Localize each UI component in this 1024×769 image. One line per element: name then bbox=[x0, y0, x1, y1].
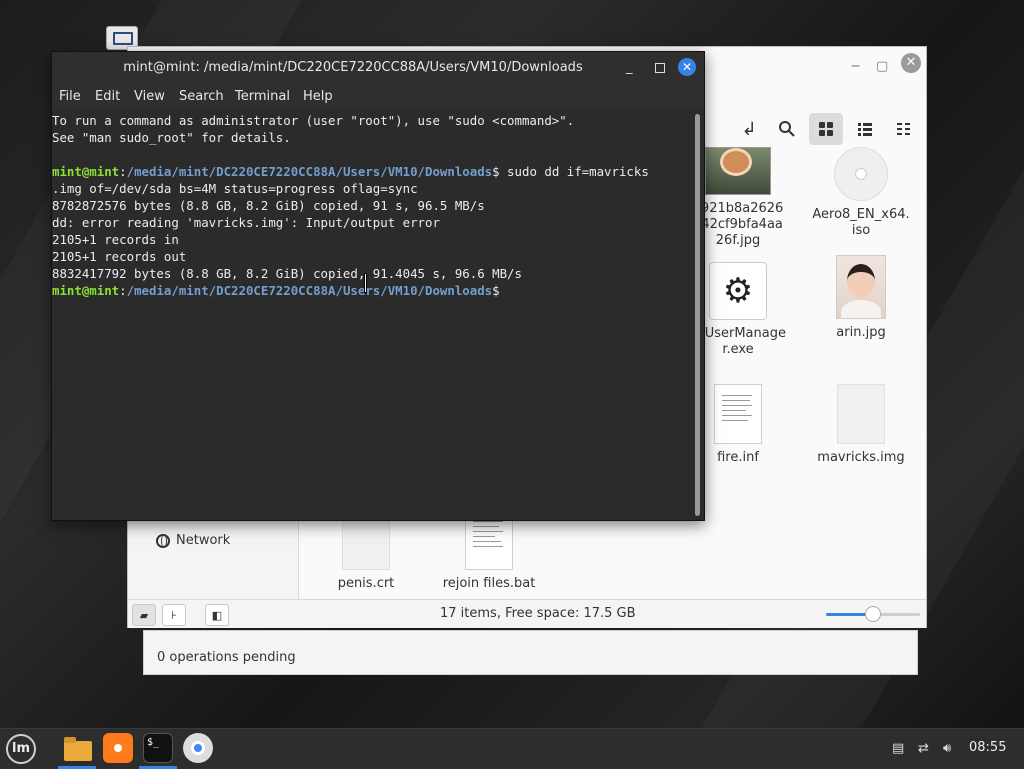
menu-help[interactable]: Help bbox=[303, 89, 333, 104]
disc-icon bbox=[834, 147, 888, 201]
terminal-output[interactable]: To run a command as administrator (user … bbox=[52, 112, 692, 520]
file-manager-icon[interactable] bbox=[62, 733, 92, 763]
file-name: Aero8_EN_x64. bbox=[812, 207, 910, 222]
terminal-line: dd: error reading 'mavricks.img': Input/… bbox=[52, 215, 440, 230]
minimize-button[interactable]: − bbox=[850, 59, 861, 74]
terminal-menubar: File Edit View Search Terminal Help bbox=[52, 84, 704, 110]
operations-panel: 0 operations pending bbox=[143, 630, 918, 675]
maximize-button[interactable] bbox=[655, 63, 665, 73]
file-name: arin.jpg bbox=[836, 325, 886, 340]
statusbar: ▰ ⊦ ◧ 17 items, Free space: 17.5 GB bbox=[128, 599, 926, 628]
blank-file-icon bbox=[837, 384, 885, 444]
sidebar-item-network[interactable]: Network bbox=[156, 533, 230, 548]
image-thumbnail bbox=[705, 147, 771, 195]
mint-menu-icon[interactable]: lm bbox=[6, 734, 36, 764]
list-view-icon[interactable] bbox=[848, 113, 882, 145]
prompt-user: mint@mint bbox=[52, 283, 120, 298]
menu-file[interactable]: File bbox=[59, 89, 81, 104]
prompt-user: mint@mint bbox=[52, 164, 120, 179]
menu-view[interactable]: View bbox=[134, 89, 165, 104]
close-button[interactable]: ✕ bbox=[901, 53, 921, 73]
file-item[interactable]: rejoin files.bat bbox=[434, 510, 544, 592]
menu-search[interactable]: Search bbox=[179, 89, 224, 104]
image-thumbnail bbox=[836, 255, 886, 319]
file-item[interactable]: Aero8_EN_x64. iso bbox=[806, 147, 916, 239]
terminal-line: .img of=/dev/sda bs=4M status=progress o… bbox=[52, 181, 418, 196]
text-cursor-icon bbox=[362, 274, 369, 292]
prompt-path: /media/mint/DC220CE7220CC88A/Users/VM10/… bbox=[126, 283, 493, 298]
network-icon[interactable]: ⇄ bbox=[918, 741, 929, 756]
open-terminal-icon[interactable]: ↲ bbox=[732, 113, 766, 145]
file-item[interactable]: penis.crt bbox=[311, 510, 421, 592]
file-name: penis.crt bbox=[337, 576, 395, 591]
terminal-prompt-line: mint@mint:/media/mint/DC220CE7220CC88A/U… bbox=[52, 282, 500, 299]
terminal-prompt-line: mint@mint:/media/mint/DC220CE7220CC88A/U… bbox=[52, 163, 649, 180]
file-name: iso bbox=[851, 223, 871, 238]
zoom-slider-knob[interactable] bbox=[865, 606, 881, 622]
zoom-slider[interactable] bbox=[826, 606, 920, 622]
prompt-path: /media/mint/DC220CE7220CC88A/Users/VM10/… bbox=[126, 164, 493, 179]
file-item[interactable]: arin.jpg bbox=[806, 255, 916, 341]
network-icon bbox=[156, 533, 170, 548]
terminal-line: 8782872576 bytes (8.8 GB, 8.2 GiB) copie… bbox=[52, 198, 485, 213]
prompt-symbol: $ bbox=[492, 283, 500, 298]
minimize-button[interactable]: _ bbox=[626, 52, 633, 84]
sidebar-item-label: Network bbox=[176, 533, 231, 548]
status-text: 17 items, Free space: 17.5 GB bbox=[440, 606, 636, 621]
volume-icon[interactable]: 🔊︎ bbox=[943, 741, 951, 756]
search-icon[interactable] bbox=[770, 113, 804, 145]
file-item[interactable]: mavricks.img bbox=[806, 384, 916, 466]
tree-pane-button[interactable]: ⊦ bbox=[162, 604, 186, 626]
clock[interactable]: 08:55 bbox=[969, 740, 1006, 755]
terminal-line: 8832417792 bytes (8.8 GB, 8.2 GiB) copie… bbox=[52, 266, 522, 281]
terminal-icon[interactable]: $_ bbox=[143, 733, 173, 763]
compact-view-icon[interactable] bbox=[887, 113, 921, 145]
prompt-command: $ sudo dd if=mavricks bbox=[492, 164, 649, 179]
prompt-separator: : bbox=[119, 164, 127, 179]
terminal-scrollbar[interactable] bbox=[695, 114, 700, 516]
menu-terminal[interactable]: Terminal bbox=[235, 89, 290, 104]
terminal-line: 2105+1 records in bbox=[52, 232, 179, 247]
file-name: rejoin files.bat bbox=[442, 576, 536, 591]
window-title: mint@mint: /media/mint/DC220CE7220CC88A/… bbox=[123, 60, 583, 75]
clipboard-icon[interactable]: ▤ bbox=[892, 741, 904, 756]
prompt-separator: : bbox=[119, 283, 127, 298]
terminal-line: To run a command as administrator (user … bbox=[52, 113, 575, 128]
operations-status: 0 operations pending bbox=[157, 650, 296, 665]
close-button[interactable]: ✕ bbox=[678, 58, 696, 76]
menu-edit[interactable]: Edit bbox=[95, 89, 120, 104]
file-name: mavricks.img bbox=[817, 450, 905, 465]
taskbar: lm $_ ▤ ⇄ 🔊︎ 08:55 bbox=[0, 728, 1024, 769]
grid-view-icon[interactable] bbox=[809, 113, 843, 145]
places-pane-button[interactable]: ▰ bbox=[132, 604, 156, 626]
terminal-line: See "man sudo_root" for details. bbox=[52, 130, 291, 145]
chromium-icon[interactable] bbox=[183, 733, 213, 763]
text-file-icon bbox=[714, 384, 762, 444]
firefox-icon[interactable] bbox=[103, 733, 133, 763]
gear-icon: ⚙ bbox=[709, 262, 767, 320]
maximize-button[interactable]: ▢ bbox=[876, 59, 888, 74]
toggle-sidebar-button[interactable]: ◧ bbox=[205, 604, 229, 626]
terminal-line: 2105+1 records out bbox=[52, 249, 187, 264]
terminal-titlebar[interactable]: mint@mint: /media/mint/DC220CE7220CC88A/… bbox=[52, 52, 704, 84]
terminal-window: mint@mint: /media/mint/DC220CE7220CC88A/… bbox=[51, 51, 705, 521]
